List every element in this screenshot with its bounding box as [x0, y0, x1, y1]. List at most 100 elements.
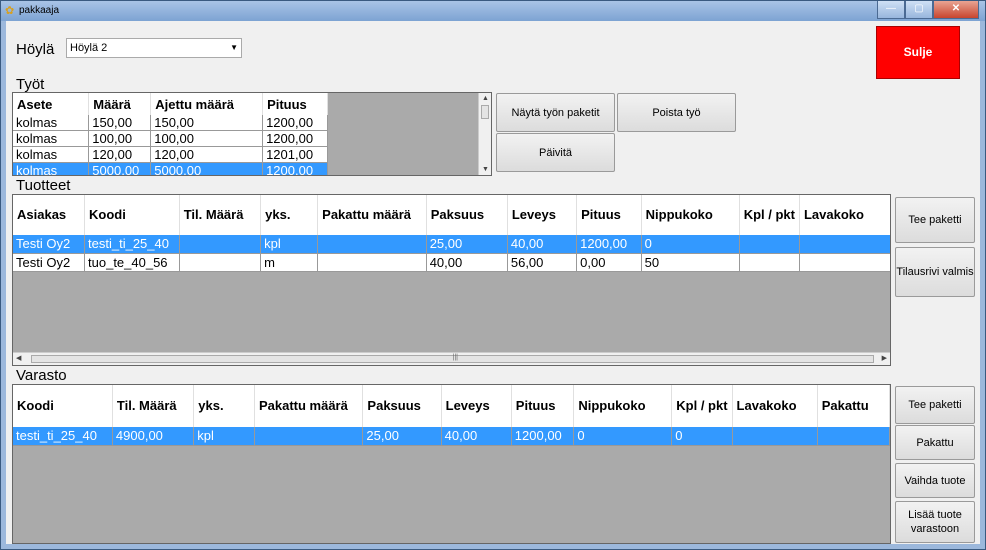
table-cell[interactable] [739, 253, 800, 272]
scroll-left-icon[interactable]: ◀ [16, 354, 21, 362]
tuotteet-tee-paketti-button[interactable]: Tee paketti [895, 197, 975, 243]
varasto-col-5[interactable]: Leveys [441, 385, 512, 427]
tuotteet-col-4[interactable]: Pakattu määrä [317, 195, 427, 235]
tyot-vscroll[interactable]: ▲ ▼ [478, 93, 491, 175]
paivita-button[interactable]: Päivitä [496, 133, 615, 172]
table-cell[interactable]: 150,00 [88, 115, 152, 131]
table-cell[interactable]: 25,00 [362, 427, 442, 446]
tyot-col-pituus[interactable]: Pituus [262, 93, 328, 115]
table-cell[interactable] [799, 253, 890, 272]
table-cell[interactable] [732, 427, 818, 446]
tuotteet-col-3[interactable]: yks. [260, 195, 319, 235]
tyot-grid[interactable]: Asete Määrä Ajettu määrä Pituus kolmas 15… [12, 92, 492, 176]
vaihda-tuote-button[interactable]: Vaihda tuote [895, 463, 975, 498]
table-row[interactable]: kolmas 100,00 100,00 1200,00 [13, 130, 328, 147]
scroll-down-icon[interactable]: ▼ [482, 166, 489, 173]
close-window-button[interactable]: ✕ [933, 1, 979, 19]
table-cell[interactable] [817, 427, 890, 446]
table-row[interactable]: Testi Oy2 testi_ti_25_40 kpl 25,00 40,00 1200… [13, 235, 890, 254]
table-cell[interactable] [799, 235, 890, 254]
scroll-right-icon[interactable]: ▶ [882, 354, 887, 362]
table-cell[interactable]: kolmas [13, 115, 90, 131]
varasto-tee-paketti-button[interactable]: Tee paketti [895, 386, 975, 424]
tuotteet-col-6[interactable]: Leveys [507, 195, 578, 235]
pakattu-button[interactable]: Pakattu [895, 425, 975, 460]
nayta-paketit-button[interactable]: Näytä työn paketit [496, 93, 615, 132]
tilausrivi-valmis-button[interactable]: Tilausrivi valmis [895, 247, 975, 297]
table-cell[interactable] [254, 427, 364, 446]
table-cell[interactable]: 0,00 [576, 253, 642, 272]
table-cell[interactable]: testi_ti_25_40 [13, 427, 113, 446]
varasto-col-10[interactable]: Pakattu [817, 385, 890, 427]
tuotteet-grid[interactable]: Asiakas Koodi Til. Määrä yks. Pakattu määrä P… [12, 194, 891, 366]
hoyla-select[interactable]: Höylä 2 ▼ [66, 38, 242, 58]
table-cell[interactable]: 150,00 [150, 115, 264, 131]
lisaa-tuote-varastoon-button[interactable]: Lisää tuote varastoon [895, 501, 975, 543]
varasto-col-6[interactable]: Pituus [511, 385, 575, 427]
table-cell[interactable]: Testi Oy2 [13, 253, 86, 272]
table-cell[interactable]: 1200,00 [262, 115, 328, 131]
poista-tyo-button[interactable]: Poista työ [617, 93, 736, 132]
varasto-col-2[interactable]: yks. [193, 385, 255, 427]
table-cell[interactable] [317, 235, 427, 254]
tuotteet-col-2[interactable]: Til. Määrä [179, 195, 262, 235]
table-cell[interactable]: 25,00 [426, 235, 508, 254]
minimize-button[interactable]: — [877, 1, 905, 19]
table-cell[interactable]: 1200,00 [576, 235, 642, 254]
table-cell[interactable]: 0 [671, 427, 733, 446]
scroll-thumb[interactable] [481, 105, 489, 119]
maximize-button[interactable]: ▢ [905, 1, 933, 19]
table-cell[interactable]: 40,00 [441, 427, 512, 446]
tuotteet-col-0[interactable]: Asiakas [13, 195, 86, 235]
table-cell[interactable] [179, 253, 262, 272]
scroll-thumb[interactable]: ||| [31, 354, 874, 363]
table-cell[interactable]: Testi Oy2 [13, 235, 86, 254]
table-cell[interactable]: 0 [573, 427, 673, 446]
tyot-col-asete[interactable]: Asete [13, 93, 90, 115]
table-cell[interactable]: kolmas [13, 162, 90, 175]
varasto-col-8[interactable]: Kpl / pkt [671, 385, 733, 427]
table-cell[interactable]: 5000,00 [150, 162, 264, 175]
table-row[interactable]: kolmas 120,00 120,00 1201,00 [13, 146, 328, 163]
tuotteet-col-1[interactable]: Koodi [84, 195, 180, 235]
varasto-grid[interactable]: Koodi Til. Määrä yks. Pakattu määrä Paksuus L… [12, 384, 891, 544]
tuotteet-col-9[interactable]: Kpl / pkt [739, 195, 800, 235]
table-cell[interactable]: m [260, 253, 319, 272]
varasto-col-4[interactable]: Paksuus [362, 385, 442, 427]
table-cell[interactable]: 1200,00 [262, 162, 328, 175]
table-row[interactable]: testi_ti_25_40 4900,00 kpl 25,00 40,00 1200,0… [13, 427, 890, 446]
table-cell[interactable]: 120,00 [150, 146, 264, 163]
table-cell[interactable] [739, 235, 800, 254]
chevron-down-icon[interactable]: ▼ [230, 39, 238, 57]
table-cell[interactable]: 100,00 [88, 130, 152, 147]
table-row[interactable]: kolmas 5000,00 5000,00 1200,00 [13, 162, 328, 175]
varasto-col-7[interactable]: Nippukoko [573, 385, 673, 427]
table-cell[interactable]: 1200,00 [262, 130, 328, 147]
table-row[interactable]: Testi Oy2 tuo_te_40_56 m 40,00 56,00 0,00 50 [13, 253, 890, 272]
table-cell[interactable]: 120,00 [88, 146, 152, 163]
table-cell[interactable]: 40,00 [507, 235, 578, 254]
varasto-col-1[interactable]: Til. Määrä [112, 385, 195, 427]
table-cell[interactable]: kolmas [13, 146, 90, 163]
tuotteet-col-7[interactable]: Pituus [576, 195, 642, 235]
table-cell[interactable]: kolmas [13, 130, 90, 147]
tuotteet-col-8[interactable]: Nippukoko [641, 195, 740, 235]
table-cell[interactable]: 1200,00 [511, 427, 575, 446]
tuotteet-hscroll[interactable]: ◀ ||| ▶ [13, 352, 890, 365]
table-cell[interactable]: kpl [193, 427, 255, 446]
table-cell[interactable]: 1201,00 [262, 146, 328, 163]
table-cell[interactable]: 0 [641, 235, 740, 254]
table-row[interactable]: kolmas 150,00 150,00 1200,00 [13, 115, 328, 131]
table-cell[interactable]: 40,00 [426, 253, 508, 272]
tuotteet-col-10[interactable]: Lavakoko [799, 195, 890, 235]
sulje-button[interactable]: Sulje [876, 26, 960, 79]
table-cell[interactable] [317, 253, 427, 272]
table-cell[interactable]: testi_ti_25_40 [84, 235, 180, 254]
table-cell[interactable] [179, 235, 262, 254]
table-cell[interactable]: 50 [641, 253, 740, 272]
varasto-col-3[interactable]: Pakattu määrä [254, 385, 364, 427]
tyot-col-ajettu[interactable]: Ajettu määrä [150, 93, 264, 115]
table-cell[interactable]: 56,00 [507, 253, 578, 272]
table-cell[interactable]: 4900,00 [112, 427, 195, 446]
tuotteet-col-5[interactable]: Paksuus [426, 195, 508, 235]
